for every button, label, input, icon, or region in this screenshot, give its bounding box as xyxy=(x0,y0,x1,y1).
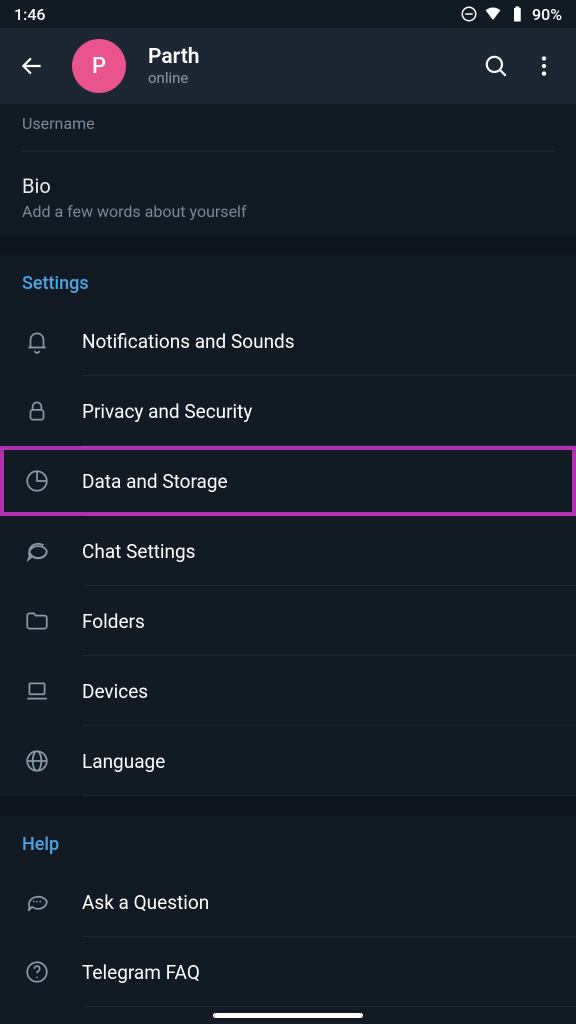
row-label: Telegram FAQ xyxy=(82,961,562,984)
profile-info: Username Bio Add a few words about yours… xyxy=(0,104,576,235)
search-button[interactable] xyxy=(472,42,520,90)
settings-row-chat[interactable]: Chat Settings xyxy=(0,516,576,586)
row-label: Ask a Question xyxy=(82,891,562,914)
settings-row-laptop[interactable]: Devices xyxy=(0,656,576,726)
row-label: Privacy and Security xyxy=(82,400,562,423)
bio-hint: Add a few words about yourself xyxy=(22,202,554,221)
section-divider xyxy=(0,796,576,816)
question-icon xyxy=(22,957,52,987)
bell-icon xyxy=(22,326,52,356)
help-row-question[interactable]: Telegram FAQ xyxy=(0,937,576,1007)
avatar-letter: P xyxy=(92,54,106,79)
bio-label[interactable]: Bio xyxy=(22,174,554,198)
settings-row-pie[interactable]: Data and Storage xyxy=(0,446,576,516)
arrow-left-icon xyxy=(19,53,45,79)
settings-section: Settings Notifications and Sounds Privacy… xyxy=(0,255,576,796)
folder-icon xyxy=(22,606,52,636)
laptop-icon xyxy=(22,676,52,706)
status-time: 1:46 xyxy=(14,5,46,24)
dnd-icon xyxy=(460,5,478,23)
settings-row-bell[interactable]: Notifications and Sounds xyxy=(0,306,576,376)
home-indicator[interactable] xyxy=(213,1013,363,1018)
settings-title: Settings xyxy=(0,273,576,306)
row-label: Chat Settings xyxy=(82,540,562,563)
battery-percent: 90% xyxy=(532,5,562,24)
pie-icon xyxy=(22,466,52,496)
lock-icon xyxy=(22,396,52,426)
status-bar: 1:46 90% xyxy=(0,0,576,28)
more-vertical-icon xyxy=(531,53,557,79)
row-label: Devices xyxy=(82,680,562,703)
row-label: Data and Storage xyxy=(82,470,562,493)
profile-name: Parth xyxy=(148,45,464,69)
globe-icon xyxy=(22,746,52,776)
battery-icon xyxy=(508,5,526,23)
help-title: Help xyxy=(0,834,576,867)
row-label: Folders xyxy=(82,610,562,633)
settings-row-lock[interactable]: Privacy and Security xyxy=(0,376,576,446)
avatar[interactable]: P xyxy=(72,39,126,93)
search-icon xyxy=(483,53,509,79)
chat-icon xyxy=(22,536,52,566)
wifi-icon xyxy=(484,5,502,23)
more-button[interactable] xyxy=(520,42,568,90)
section-divider xyxy=(0,235,576,255)
back-button[interactable] xyxy=(8,42,56,90)
settings-row-folder[interactable]: Folders xyxy=(0,586,576,656)
username-label[interactable]: Username xyxy=(22,114,554,133)
help-section: Help Ask a Question Telegram FAQ xyxy=(0,816,576,1007)
row-label: Language xyxy=(82,750,562,773)
help-row-chat-dots[interactable]: Ask a Question xyxy=(0,867,576,937)
profile-text: Parth online xyxy=(148,45,464,87)
row-label: Notifications and Sounds xyxy=(82,330,562,353)
chat-dots-icon xyxy=(22,887,52,917)
profile-status: online xyxy=(148,69,464,87)
settings-row-globe[interactable]: Language xyxy=(0,726,576,796)
status-right: 90% xyxy=(460,5,562,24)
profile-header: P Parth online xyxy=(0,28,576,104)
